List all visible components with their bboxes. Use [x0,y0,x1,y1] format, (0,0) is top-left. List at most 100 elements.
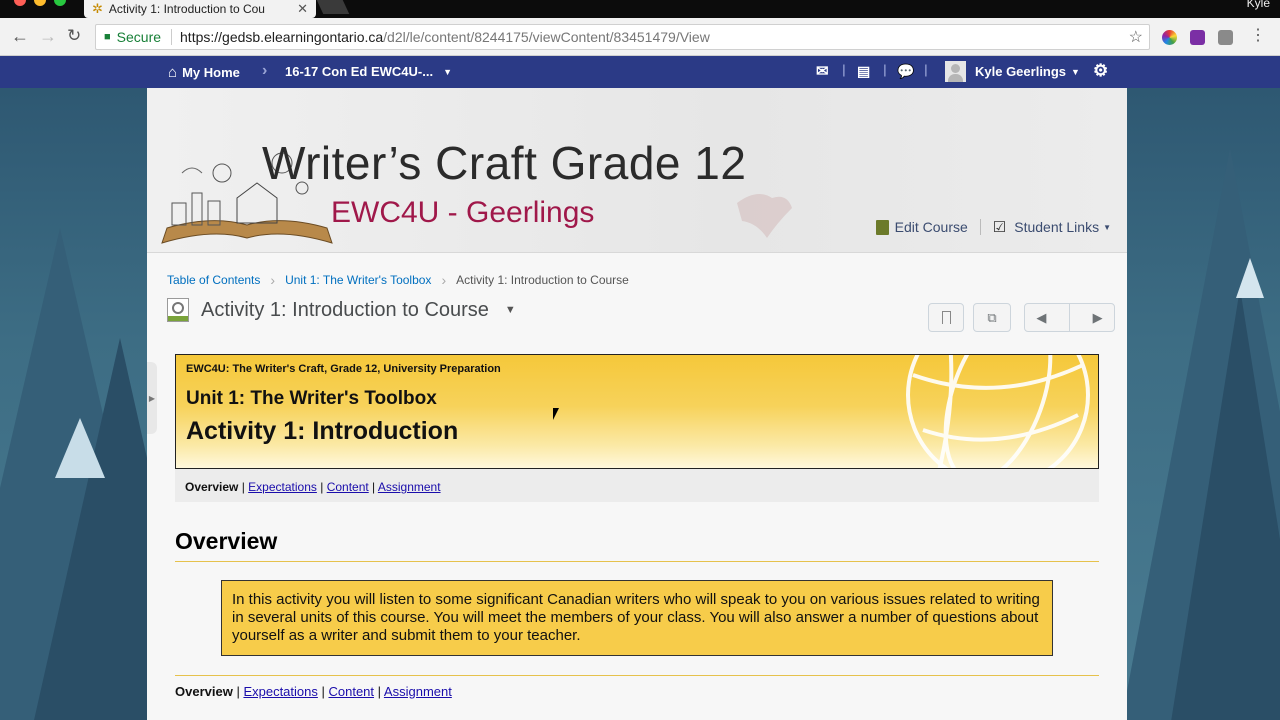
activity-header: EWC4U: The Writer's Craft, Grade 12, Uni… [175,354,1099,469]
menu-dots-icon[interactable]: ⋮ [1250,26,1266,46]
tab-separator: | [374,684,384,699]
breadcrumb-unit-1[interactable]: Unit 1: The Writer's Toolbox [285,273,431,287]
tab-title: Activity 1: Introduction to Cou [108,2,265,16]
settings-gear-icon[interactable]: ⚙ [1093,61,1108,81]
tab-separator: | [317,684,329,699]
address-bar[interactable]: ■ Secure https://gedsb.elearningontario.… [95,24,1150,50]
topic-content: EWC4U: The Writer's Craft, Grade 12, Uni… [175,354,1099,699]
tab-separator: | [232,684,244,699]
chevron-down-icon: ▼ [1103,222,1111,232]
home-icon: ⌂ [168,64,178,81]
next-topic-button[interactable]: ▶ [1093,310,1103,326]
back-arrow-icon[interactable]: ← [11,26,29,46]
side-panel-toggle[interactable]: ▶ [147,362,157,434]
section-tabs-top: Overview | Expectations | Content | Assi… [175,469,1099,502]
tab-assignment[interactable]: Assignment [378,480,441,494]
bookmark-star-icon[interactable]: ☆ [1129,27,1143,47]
open-new-window-button[interactable]: ⧉ [973,303,1011,332]
update-alerts-icon[interactable]: ▤ [857,63,870,80]
student-links-label: Student Links [1014,219,1100,235]
tab-content[interactable]: Content [328,684,374,699]
minimize-window-button[interactable] [34,0,46,6]
lock-icon: ■ [104,31,111,43]
snow-cap-shape [1236,258,1264,298]
secure-label: Secure [116,29,162,45]
divider [1068,304,1070,331]
divider [979,219,981,235]
course-selector[interactable]: 16-17 Con Ed EWC4U-... ▼ [285,64,452,79]
banner-links: Edit Course ☑ Student Links ▼ [875,218,1111,236]
edit-course-label: Edit Course [894,219,968,235]
breadcrumb-current: Activity 1: Introduction to Course [456,273,629,287]
extension-icon[interactable] [1218,30,1233,45]
tab-expectations[interactable]: Expectations [243,684,317,699]
d2l-navbar: ⌂ My Home › 16-17 Con Ed EWC4U-... ▼ ✉ |… [0,56,1280,88]
previous-topic-button[interactable]: ◀ [1036,310,1046,326]
page-title-row: Activity 1: Introduction to Course ▼ [167,298,516,322]
divider: | [924,62,928,77]
checklist-icon: ☑ [992,219,1007,236]
chevron-right-icon: ▶ [148,393,156,403]
chevron-right-icon: › [441,272,447,288]
tab-separator: | [316,480,327,494]
my-home-link[interactable]: ⌂ My Home [168,64,240,81]
banner-subtitle: EWC4U - Geerlings [331,196,595,229]
edit-course-icon [875,219,889,235]
user-menu[interactable]: Kyle Geerlings ▼ [945,61,1080,82]
course-banner: Writer’s Craft Grade 12 EWC4U - Geerling… [147,88,1127,253]
page-title: Activity 1: Introduction to Course [201,298,489,321]
reload-icon[interactable]: ↻ [67,26,81,46]
chevron-right-icon: › [270,272,276,288]
snow-cap-shape [55,418,105,478]
map-watermark-icon [737,194,792,238]
tab-content[interactable]: Content [327,480,369,494]
mouse-cursor-icon [553,408,559,420]
forward-arrow-icon[interactable]: → [39,26,57,46]
tab-assignment[interactable]: Assignment [384,684,452,699]
subscription-alerts-icon[interactable]: 💬 [897,63,914,80]
tab-separator: | [368,480,378,494]
my-home-label: My Home [182,65,240,80]
new-tab-button[interactable] [316,0,350,14]
close-window-button[interactable] [14,0,26,6]
breadcrumb-table-of-contents[interactable]: Table of Contents [167,273,260,287]
web-page-icon [167,298,189,322]
unit-heading: Unit 1: The Writer's Toolbox [186,388,437,409]
url-text: https://gedsb.elearningontario.ca/d2l/le… [180,29,710,45]
color-extension-icon[interactable] [1162,30,1177,45]
overview-text-box: In this activity you will listen to some… [221,580,1053,656]
divider [171,29,173,45]
chevron-down-icon: ▼ [1071,66,1080,77]
profile-name[interactable]: Kyle [1247,0,1270,10]
message-alerts-icon[interactable]: ✉ [816,62,829,80]
globe-icon [906,355,1090,468]
browser-tab[interactable]: ✲ Activity 1: Introduction to Cou ✕ [84,0,316,18]
main-page: Writer’s Craft Grade 12 EWC4U - Geerling… [147,88,1127,720]
bookmark-button[interactable] [928,303,964,332]
d2l-favicon-icon: ✲ [92,1,103,16]
edit-course-link[interactable]: Edit Course [875,219,968,235]
bookmark-icon [941,311,951,324]
chevron-right-icon: › [262,62,268,79]
onenote-extension-icon[interactable] [1190,30,1205,45]
mountain-shape [1170,288,1280,720]
student-links-menu[interactable]: ☑ Student Links ▼ [993,218,1111,236]
banner-title: Writer’s Craft Grade 12 [262,137,747,189]
breadcrumb: Table of Contents › Unit 1: The Writer's… [167,272,629,288]
topic-navigation: ◀ ▶ [1024,303,1115,332]
divider: | [883,62,887,77]
chevron-down-icon: ▼ [443,66,452,77]
new-window-icon: ⧉ [987,309,997,325]
overview-heading: Overview [175,528,1099,562]
tab-overview-current: Overview [185,480,239,494]
maximize-window-button[interactable] [54,0,66,6]
tab-strip: ✲ Activity 1: Introduction to Cou ✕ Kyle [0,0,1280,18]
avatar [945,61,966,82]
title-dropdown-icon[interactable]: ▼ [505,304,516,316]
tab-overview-current: Overview [175,684,233,699]
close-tab-icon[interactable]: ✕ [297,1,308,17]
tab-expectations[interactable]: Expectations [248,480,317,494]
url-path: /d2l/le/content/8244175/viewContent/8345… [383,29,710,45]
browser-toolbar: ← → ↻ ■ Secure https://gedsb.elearningon… [0,18,1280,56]
divider: | [842,62,846,77]
